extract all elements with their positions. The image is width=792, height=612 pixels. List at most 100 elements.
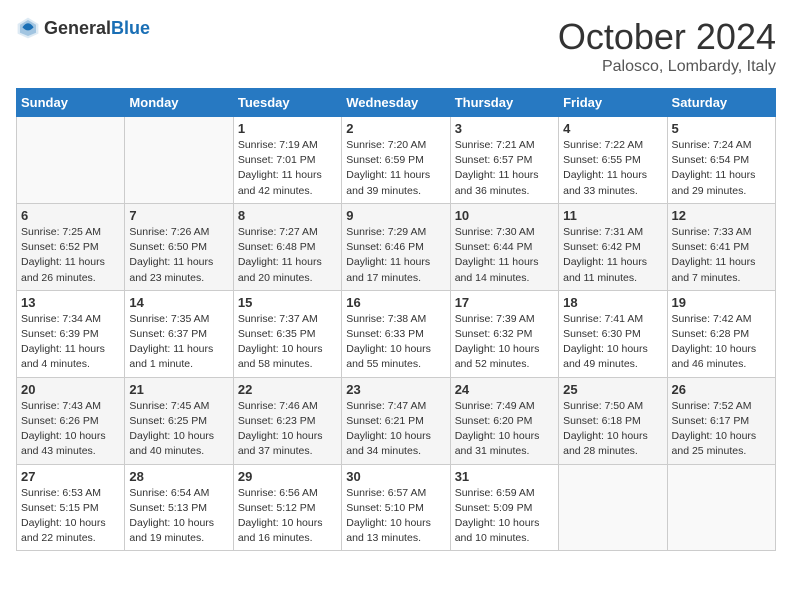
day-info: Sunrise: 7:26 AMSunset: 6:50 PMDaylight:…: [129, 225, 228, 286]
calendar-day: 18 Sunrise: 7:41 AMSunset: 6:30 PMDayligh…: [559, 290, 667, 377]
calendar-day: 6Sunrise: 7:25 AMSunset: 6:52 PMDaylight…: [17, 203, 125, 290]
day-info: Sunrise: 7:50 AMSunset: 6:18 PMDaylight:…: [563, 399, 662, 460]
calendar-day: 25 Sunrise: 7:50 AMSunset: 6:18 PMDayligh…: [559, 377, 667, 464]
calendar-day: [125, 117, 233, 204]
calendar-day: 29 Sunrise: 6:56 AMSunset: 5:12 PMDayligh…: [233, 464, 341, 551]
day-number: 10: [455, 208, 554, 223]
calendar-table: SundayMondayTuesdayWednesdayThursdayFrid…: [16, 88, 776, 551]
day-info: Sunrise: 7:52 AMSunset: 6:17 PMDaylight:…: [672, 399, 771, 460]
calendar-day: 19Sunrise: 7:42 AMSunset: 6:28 PMDayligh…: [667, 290, 775, 377]
title-area: October 2024 Palosco, Lombardy, Italy: [558, 16, 776, 76]
calendar-day: 8 Sunrise: 7:27 AMSunset: 6:48 PMDaylight…: [233, 203, 341, 290]
logo-general: General: [44, 18, 111, 38]
day-number: 31: [455, 469, 554, 484]
calendar-day: 9Sunrise: 7:29 AMSunset: 6:46 PMDaylight…: [342, 203, 450, 290]
day-number: 23: [346, 382, 445, 397]
calendar-day: 15 Sunrise: 7:37 AMSunset: 6:35 PMDayligh…: [233, 290, 341, 377]
calendar-day: 30Sunrise: 6:57 AMSunset: 5:10 PMDayligh…: [342, 464, 450, 551]
day-number: 27: [21, 469, 120, 484]
calendar-week-3: 13Sunrise: 7:34 AMSunset: 6:39 PMDayligh…: [17, 290, 776, 377]
weekday-header-tuesday: Tuesday: [233, 89, 341, 117]
day-info: Sunrise: 7:35 AMSunset: 6:37 PMDaylight:…: [129, 312, 228, 373]
day-info: Sunrise: 7:46 AMSunset: 6:23 PMDaylight:…: [238, 399, 337, 460]
day-info: Sunrise: 7:21 AMSunset: 6:57 PMDaylight:…: [455, 138, 554, 199]
weekday-header-wednesday: Wednesday: [342, 89, 450, 117]
calendar-day: 11Sunrise: 7:31 AMSunset: 6:42 PMDayligh…: [559, 203, 667, 290]
day-info: Sunrise: 7:19 AMSunset: 7:01 PMDaylight:…: [238, 138, 337, 199]
weekday-header-sunday: Sunday: [17, 89, 125, 117]
logo-icon: [16, 16, 40, 40]
calendar-day: [17, 117, 125, 204]
weekday-header-thursday: Thursday: [450, 89, 558, 117]
location: Palosco, Lombardy, Italy: [558, 58, 776, 76]
day-info: Sunrise: 7:47 AMSunset: 6:21 PMDaylight:…: [346, 399, 445, 460]
calendar-week-2: 6Sunrise: 7:25 AMSunset: 6:52 PMDaylight…: [17, 203, 776, 290]
day-number: 21: [129, 382, 228, 397]
day-info: Sunrise: 7:41 AMSunset: 6:30 PMDaylight:…: [563, 312, 662, 373]
day-number: 11: [563, 208, 662, 223]
weekday-header-monday: Monday: [125, 89, 233, 117]
day-info: Sunrise: 7:25 AMSunset: 6:52 PMDaylight:…: [21, 225, 120, 286]
calendar-day: 14 Sunrise: 7:35 AMSunset: 6:37 PMDayligh…: [125, 290, 233, 377]
logo-blue: Blue: [111, 18, 150, 38]
calendar-day: 17 Sunrise: 7:39 AMSunset: 6:32 PMDayligh…: [450, 290, 558, 377]
calendar-day: 12 Sunrise: 7:33 AMSunset: 6:41 PMDayligh…: [667, 203, 775, 290]
calendar-week-1: 1Sunrise: 7:19 AMSunset: 7:01 PMDaylight…: [17, 117, 776, 204]
day-number: 24: [455, 382, 554, 397]
calendar-day: 16Sunrise: 7:38 AMSunset: 6:33 PMDayligh…: [342, 290, 450, 377]
calendar-day: 7 Sunrise: 7:26 AMSunset: 6:50 PMDaylight…: [125, 203, 233, 290]
calendar-day: 24 Sunrise: 7:49 AMSunset: 6:20 PMDayligh…: [450, 377, 558, 464]
day-info: Sunrise: 7:49 AMSunset: 6:20 PMDaylight:…: [455, 399, 554, 460]
day-number: 15: [238, 295, 337, 310]
day-number: 22: [238, 382, 337, 397]
calendar-day: 26 Sunrise: 7:52 AMSunset: 6:17 PMDayligh…: [667, 377, 775, 464]
calendar-day: 3 Sunrise: 7:21 AMSunset: 6:57 PMDaylight…: [450, 117, 558, 204]
day-number: 17: [455, 295, 554, 310]
calendar-day: 20Sunrise: 7:43 AMSunset: 6:26 PMDayligh…: [17, 377, 125, 464]
calendar-day: 5 Sunrise: 7:24 AMSunset: 6:54 PMDaylight…: [667, 117, 775, 204]
day-info: Sunrise: 7:24 AMSunset: 6:54 PMDaylight:…: [672, 138, 771, 199]
day-number: 5: [672, 121, 771, 136]
day-info: Sunrise: 7:22 AMSunset: 6:55 PMDaylight:…: [563, 138, 662, 199]
day-info: Sunrise: 7:37 AMSunset: 6:35 PMDaylight:…: [238, 312, 337, 373]
weekday-header-row: SundayMondayTuesdayWednesdayThursdayFrid…: [17, 89, 776, 117]
day-number: 26: [672, 382, 771, 397]
calendar-day: 21 Sunrise: 7:45 AMSunset: 6:25 PMDayligh…: [125, 377, 233, 464]
calendar-day: 2Sunrise: 7:20 AMSunset: 6:59 PMDaylight…: [342, 117, 450, 204]
day-number: 3: [455, 121, 554, 136]
day-number: 2: [346, 121, 445, 136]
day-number: 12: [672, 208, 771, 223]
calendar-day: 28 Sunrise: 6:54 AMSunset: 5:13 PMDayligh…: [125, 464, 233, 551]
logo-text: GeneralBlue: [44, 18, 150, 39]
day-info: Sunrise: 7:39 AMSunset: 6:32 PMDaylight:…: [455, 312, 554, 373]
calendar-day: 22 Sunrise: 7:46 AMSunset: 6:23 PMDayligh…: [233, 377, 341, 464]
day-number: 14: [129, 295, 228, 310]
day-number: 9: [346, 208, 445, 223]
day-info: Sunrise: 7:45 AMSunset: 6:25 PMDaylight:…: [129, 399, 228, 460]
day-info: Sunrise: 7:38 AMSunset: 6:33 PMDaylight:…: [346, 312, 445, 373]
day-info: Sunrise: 7:27 AMSunset: 6:48 PMDaylight:…: [238, 225, 337, 286]
day-number: 4: [563, 121, 662, 136]
calendar-day: 31 Sunrise: 6:59 AMSunset: 5:09 PMDayligh…: [450, 464, 558, 551]
day-number: 8: [238, 208, 337, 223]
day-info: Sunrise: 6:56 AMSunset: 5:12 PMDaylight:…: [238, 486, 337, 547]
weekday-header-saturday: Saturday: [667, 89, 775, 117]
calendar-week-4: 20Sunrise: 7:43 AMSunset: 6:26 PMDayligh…: [17, 377, 776, 464]
calendar-day: [667, 464, 775, 551]
day-number: 19: [672, 295, 771, 310]
calendar-day: 10Sunrise: 7:30 AMSunset: 6:44 PMDayligh…: [450, 203, 558, 290]
day-number: 28: [129, 469, 228, 484]
day-number: 29: [238, 469, 337, 484]
day-info: Sunrise: 7:33 AMSunset: 6:41 PMDaylight:…: [672, 225, 771, 286]
day-number: 13: [21, 295, 120, 310]
day-info: Sunrise: 6:59 AMSunset: 5:09 PMDaylight:…: [455, 486, 554, 547]
day-number: 20: [21, 382, 120, 397]
day-number: 25: [563, 382, 662, 397]
month-title: October 2024: [558, 16, 776, 58]
day-number: 30: [346, 469, 445, 484]
day-number: 7: [129, 208, 228, 223]
day-info: Sunrise: 6:54 AMSunset: 5:13 PMDaylight:…: [129, 486, 228, 547]
logo: GeneralBlue: [16, 16, 150, 40]
day-number: 18: [563, 295, 662, 310]
calendar-day: 13Sunrise: 7:34 AMSunset: 6:39 PMDayligh…: [17, 290, 125, 377]
